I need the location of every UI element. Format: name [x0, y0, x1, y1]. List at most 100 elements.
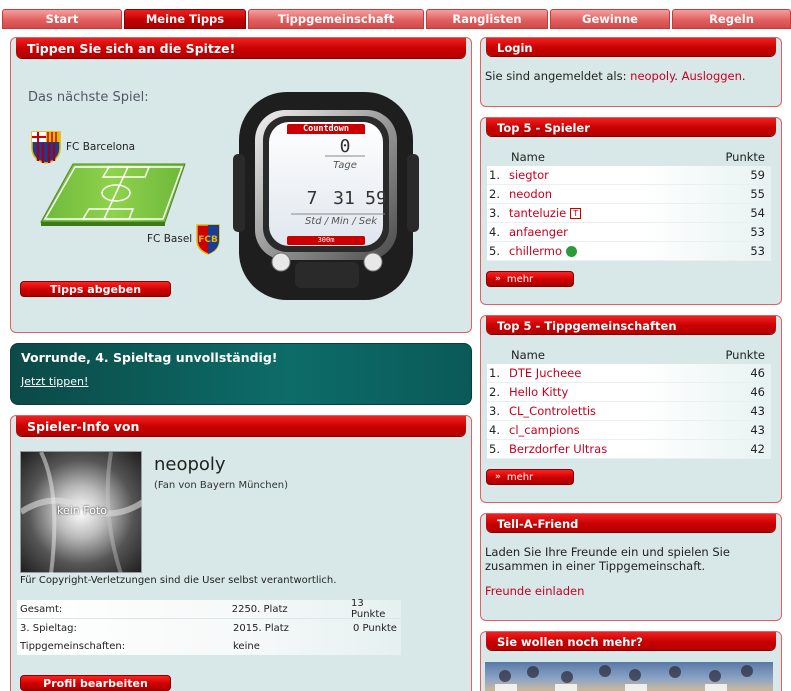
celebration-crowd-image [495, 665, 753, 691]
svg-text:FCB: FCB [198, 235, 218, 245]
edit-profile-button[interactable]: Profil bearbeiten [20, 675, 171, 691]
submit-tips-button[interactable]: Tipps abgeben [20, 281, 171, 297]
col-name: Name [511, 150, 545, 164]
group-name-link[interactable]: cl_campions [509, 423, 731, 437]
points: 43 [750, 423, 765, 437]
login-end-dot: . [741, 69, 746, 83]
tab-gewinne[interactable]: Gewinne [550, 9, 670, 29]
tab-start[interactable]: Start [2, 9, 122, 29]
stats-row: Tippgemeinschaften: keine [17, 637, 401, 655]
countdown-units-label: Std / Min / Sek [304, 216, 378, 227]
table-row[interactable]: 4. cl_campions 43 [487, 421, 771, 440]
top-players-table: Name Punkte 1. siegtor 59 2. neodon 55 3… [487, 148, 771, 261]
status-ball-icon [566, 246, 578, 257]
countdown-minutes: 31 [333, 188, 355, 209]
group-name-link[interactable]: CL_Controlettis [509, 404, 731, 418]
tab-label: Regeln [709, 12, 754, 26]
no-photo-label: kein Foto [57, 504, 107, 517]
points: 46 [750, 366, 765, 380]
player-name-link[interactable]: anfaenger [509, 225, 731, 239]
tab-label: Gewinne [582, 12, 638, 26]
player-name-link[interactable]: neodon [509, 187, 731, 201]
countdown-days: 0 [339, 136, 351, 157]
stats-row: Gesamt: 2250. Platz 13 Punkte [17, 598, 401, 620]
rank: 4. [489, 225, 500, 239]
points: 53 [750, 225, 765, 239]
tab-ranglisten[interactable]: Ranglisten [426, 9, 548, 29]
table-row[interactable]: 2. neodon 55 [487, 185, 771, 204]
more-players-button[interactable]: » mehr [486, 271, 574, 287]
main-nav: Start Meine Tipps Tippgemeinschaft Rangl… [2, 9, 791, 29]
promo-banner-image[interactable] [485, 662, 773, 691]
group-name-link[interactable]: Hello Kitty [509, 385, 731, 399]
table-row[interactable]: 4. anfaenger 53 [487, 223, 771, 242]
points: 59 [750, 168, 765, 182]
login-panel: Login Sie sind angemeldet als: neopoly. … [480, 37, 782, 107]
rank: 5. [489, 244, 500, 258]
points: 42 [750, 442, 765, 456]
tab-regeln[interactable]: Regeln [672, 9, 791, 29]
tab-label: Ranglisten [452, 12, 522, 26]
player-name-link[interactable]: chillermo [509, 244, 731, 258]
rank: 2. [489, 385, 500, 399]
basel-crest-icon: FCB [196, 224, 220, 255]
top-players-panel: Top 5 - Spieler Name Punkte 1. siegtor 5… [480, 117, 782, 305]
col-points: Punkte [725, 150, 765, 164]
group-name-link[interactable]: DTE Jucheee [509, 366, 731, 380]
login-dot: . [674, 69, 678, 83]
invite-friends-link[interactable]: Freunde einladen [485, 584, 584, 598]
col-name: Name [511, 348, 545, 362]
player-name-link[interactable]: tanteluzie T [509, 206, 731, 220]
points: 54 [750, 206, 765, 220]
watch-brand: 300m [317, 236, 335, 244]
table-header: Name Punkte [487, 148, 771, 166]
player-info-title: Spieler-Info von [16, 416, 466, 436]
tab-label: Start [45, 12, 79, 26]
double-chevron-icon: » [495, 472, 501, 482]
double-chevron-icon: » [495, 274, 501, 284]
table-row[interactable]: 3. CL_Controlettis 43 [487, 402, 771, 421]
stats-row: 3. Spieltag: 2015. Platz 0 Punkte [17, 619, 401, 637]
top-groups-title: Top 5 - Tippgemeinschaften [486, 316, 776, 334]
player-name-link[interactable]: siegtor [509, 168, 731, 182]
table-row[interactable]: 3. tanteluzie T 54 [487, 204, 771, 223]
more-groups-button[interactable]: » mehr [486, 469, 574, 485]
points: 55 [750, 187, 765, 201]
incomplete-notice: Vorrunde, 4. Spieltag unvollständig! Jet… [10, 343, 472, 405]
points: 53 [750, 244, 765, 258]
hero-title: Tippen Sie sich an die Spitze! [16, 38, 466, 58]
table-row[interactable]: 2. Hello Kitty 46 [487, 383, 771, 402]
tab-tippgemeinschaft[interactable]: Tippgemeinschaft [248, 9, 424, 29]
tell-a-friend-text: Laden Sie Ihre Freunde ein und spielen S… [485, 545, 730, 573]
table-row[interactable]: 5. chillermo 53 [487, 242, 771, 261]
profile-photo: kein Foto [20, 451, 143, 574]
home-team: FC Barcelona [29, 130, 135, 164]
stats-place: keine [233, 640, 260, 652]
rank: 1. [489, 168, 500, 182]
table-row[interactable]: 1. DTE Jucheee 46 [487, 364, 771, 383]
table-row[interactable]: 1. siegtor 59 [487, 166, 771, 185]
stats-place: 2015. Platz [233, 622, 289, 634]
group-name-link[interactable]: Berzdorfer Ultras [509, 442, 731, 456]
tell-a-friend-panel: Tell-A-Friend Laden Sie Ihre Freunde ein… [480, 513, 782, 621]
next-game-label: Das nächste Spiel: [28, 90, 149, 105]
rank: 2. [489, 187, 500, 201]
stats-points: 0 Punkte [353, 622, 397, 634]
table-row[interactable]: 5. Berzdorfer Ultras 42 [487, 440, 771, 459]
stats-label: 3. Spieltag: [20, 622, 77, 634]
logout-link[interactable]: Ausloggen [682, 69, 742, 83]
login-username-link[interactable]: neopoly [630, 69, 674, 83]
away-team-name: FC Basel [147, 233, 193, 245]
stats-label: Gesamt: [20, 603, 63, 615]
player-name: tanteluzie [509, 206, 567, 220]
tab-meine-tipps[interactable]: Meine Tipps [124, 9, 246, 29]
trophy-badge-icon: T [570, 208, 582, 219]
rank: 4. [489, 423, 500, 437]
col-points: Punkte [725, 348, 765, 362]
login-status: Sie sind angemeldet als: neopoly. Auslog… [485, 69, 746, 83]
countdown-title: Countdown [302, 124, 350, 134]
tell-a-friend-title: Tell-A-Friend [486, 514, 776, 532]
tip-now-link[interactable]: Jetzt tippen! [21, 375, 88, 388]
copyright-note: Für Copyright-Verletzungen sind die User… [20, 575, 337, 586]
login-title: Login [486, 38, 776, 56]
